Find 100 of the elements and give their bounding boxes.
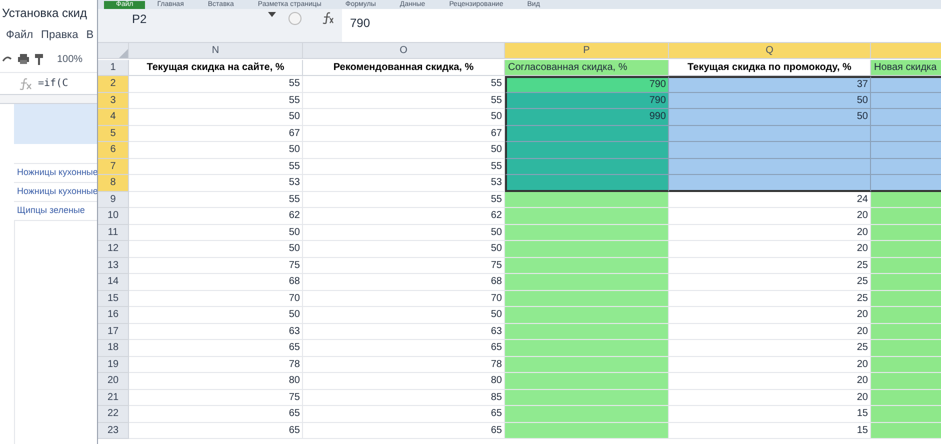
table-cell: 63 <box>129 324 303 340</box>
column-header[interactable]: O <box>303 43 505 59</box>
row-header[interactable]: 11 <box>98 224 129 241</box>
formula-text[interactable]: =if(C <box>38 76 68 91</box>
table-cell <box>871 76 941 92</box>
column-title: Рекомендованная скидка, % <box>303 60 505 76</box>
row-header[interactable]: 10 <box>98 208 129 224</box>
table-cell: 80 <box>129 373 303 390</box>
row-header[interactable]: 8 <box>98 175 129 192</box>
row-header[interactable]: 18 <box>98 340 129 356</box>
row-header[interactable]: 6 <box>98 142 129 158</box>
column-header[interactable]: N <box>129 43 303 59</box>
print-icon[interactable] <box>18 54 29 64</box>
table-cell <box>871 142 941 158</box>
menu-item[interactable]: Правка <box>41 26 78 44</box>
table-cell: 37 <box>669 76 871 92</box>
row-header[interactable]: 17 <box>98 324 129 340</box>
table-cell <box>871 258 941 274</box>
table-cell: 50 <box>129 224 303 241</box>
table-cell: 65 <box>129 340 303 356</box>
dropdown-icon[interactable] <box>268 12 276 17</box>
table-cell: 50 <box>129 241 303 258</box>
table-cell <box>871 208 941 224</box>
table-cell <box>871 356 941 373</box>
row-header[interactable]: 5 <box>98 126 129 142</box>
table-cell: 55 <box>129 76 303 92</box>
table-cell: 65 <box>303 422 505 439</box>
table-cell: 55 <box>303 192 505 208</box>
table-cell <box>871 406 941 422</box>
table-cell <box>871 126 941 142</box>
row-header[interactable]: 21 <box>98 390 129 406</box>
name-box[interactable]: P2 <box>98 9 268 29</box>
zoom-level[interactable]: 100% <box>57 52 83 66</box>
table-cell: 65 <box>303 340 505 356</box>
row-header[interactable]: 23 <box>98 422 129 439</box>
table-cell <box>871 92 941 109</box>
table-cell: 85 <box>303 390 505 406</box>
table-cell: 25 <box>669 290 871 307</box>
table-cell <box>871 192 941 208</box>
column-header[interactable]: Q <box>669 43 871 59</box>
row-header[interactable]: 14 <box>98 274 129 290</box>
row-header[interactable]: 9 <box>98 192 129 208</box>
redo-icon[interactable] <box>2 55 12 63</box>
table-cell: 990 <box>505 109 669 126</box>
table-cell: 70 <box>129 290 303 307</box>
row-header[interactable]: 3 <box>98 92 129 109</box>
table-cell: 55 <box>303 92 505 109</box>
table-cell: 62 <box>303 208 505 224</box>
row-header[interactable]: 2 <box>98 76 129 92</box>
row-header[interactable]: 20 <box>98 373 129 390</box>
row-header[interactable]: 7 <box>98 158 129 175</box>
table-cell: 20 <box>669 241 871 258</box>
table-cell: 790 <box>505 76 669 92</box>
table-cell: 25 <box>669 340 871 356</box>
table-cell: 63 <box>303 324 505 340</box>
table-cell <box>871 158 941 175</box>
row-header[interactable]: 19 <box>98 356 129 373</box>
row-header[interactable]: 15 <box>98 290 129 307</box>
function-icon <box>18 78 32 90</box>
table-cell: 50 <box>129 307 303 324</box>
table-cell: 68 <box>129 274 303 290</box>
table-cell <box>871 109 941 126</box>
menu-item[interactable]: В <box>86 26 94 44</box>
table-cell <box>871 324 941 340</box>
column-header[interactable]: P <box>505 43 669 59</box>
table-cell: 55 <box>129 192 303 208</box>
table-cell: 67 <box>129 126 303 142</box>
row-header[interactable]: 4 <box>98 109 129 126</box>
row-header[interactable]: 1 <box>98 60 129 76</box>
row-header[interactable]: 12 <box>98 241 129 258</box>
table-cell <box>871 224 941 241</box>
table-cell: 50 <box>303 307 505 324</box>
table-cell: 78 <box>129 356 303 373</box>
table-cell: 50 <box>669 92 871 109</box>
table-cell: 20 <box>669 356 871 373</box>
table-cell: 50 <box>303 224 505 241</box>
row-header[interactable]: 13 <box>98 258 129 274</box>
table-cell <box>871 422 941 439</box>
table-cell: 75 <box>303 258 505 274</box>
table-cell: 50 <box>129 109 303 126</box>
column-title: Новая скидка <box>871 60 941 76</box>
table-cell <box>871 340 941 356</box>
row-header[interactable]: 22 <box>98 406 129 422</box>
table-cell <box>871 373 941 390</box>
table-cell: 75 <box>129 390 303 406</box>
formula-value[interactable]: 790 <box>350 16 370 30</box>
table-cell <box>871 175 941 192</box>
row-header[interactable]: 16 <box>98 307 129 324</box>
menu-item[interactable]: Файл <box>6 26 34 44</box>
function-icon[interactable] <box>322 12 334 24</box>
paint-format-icon[interactable] <box>35 54 43 64</box>
table-cell: 80 <box>303 373 505 390</box>
table-cell: 55 <box>129 158 303 175</box>
table-cell-text: Щипцы зеленые <box>17 204 85 218</box>
table-cell: 20 <box>669 390 871 406</box>
table-cell <box>871 274 941 290</box>
table-cell: 50 <box>303 142 505 158</box>
table-cell: 65 <box>303 406 505 422</box>
table-cell: 20 <box>669 208 871 224</box>
table-cell <box>871 241 941 258</box>
